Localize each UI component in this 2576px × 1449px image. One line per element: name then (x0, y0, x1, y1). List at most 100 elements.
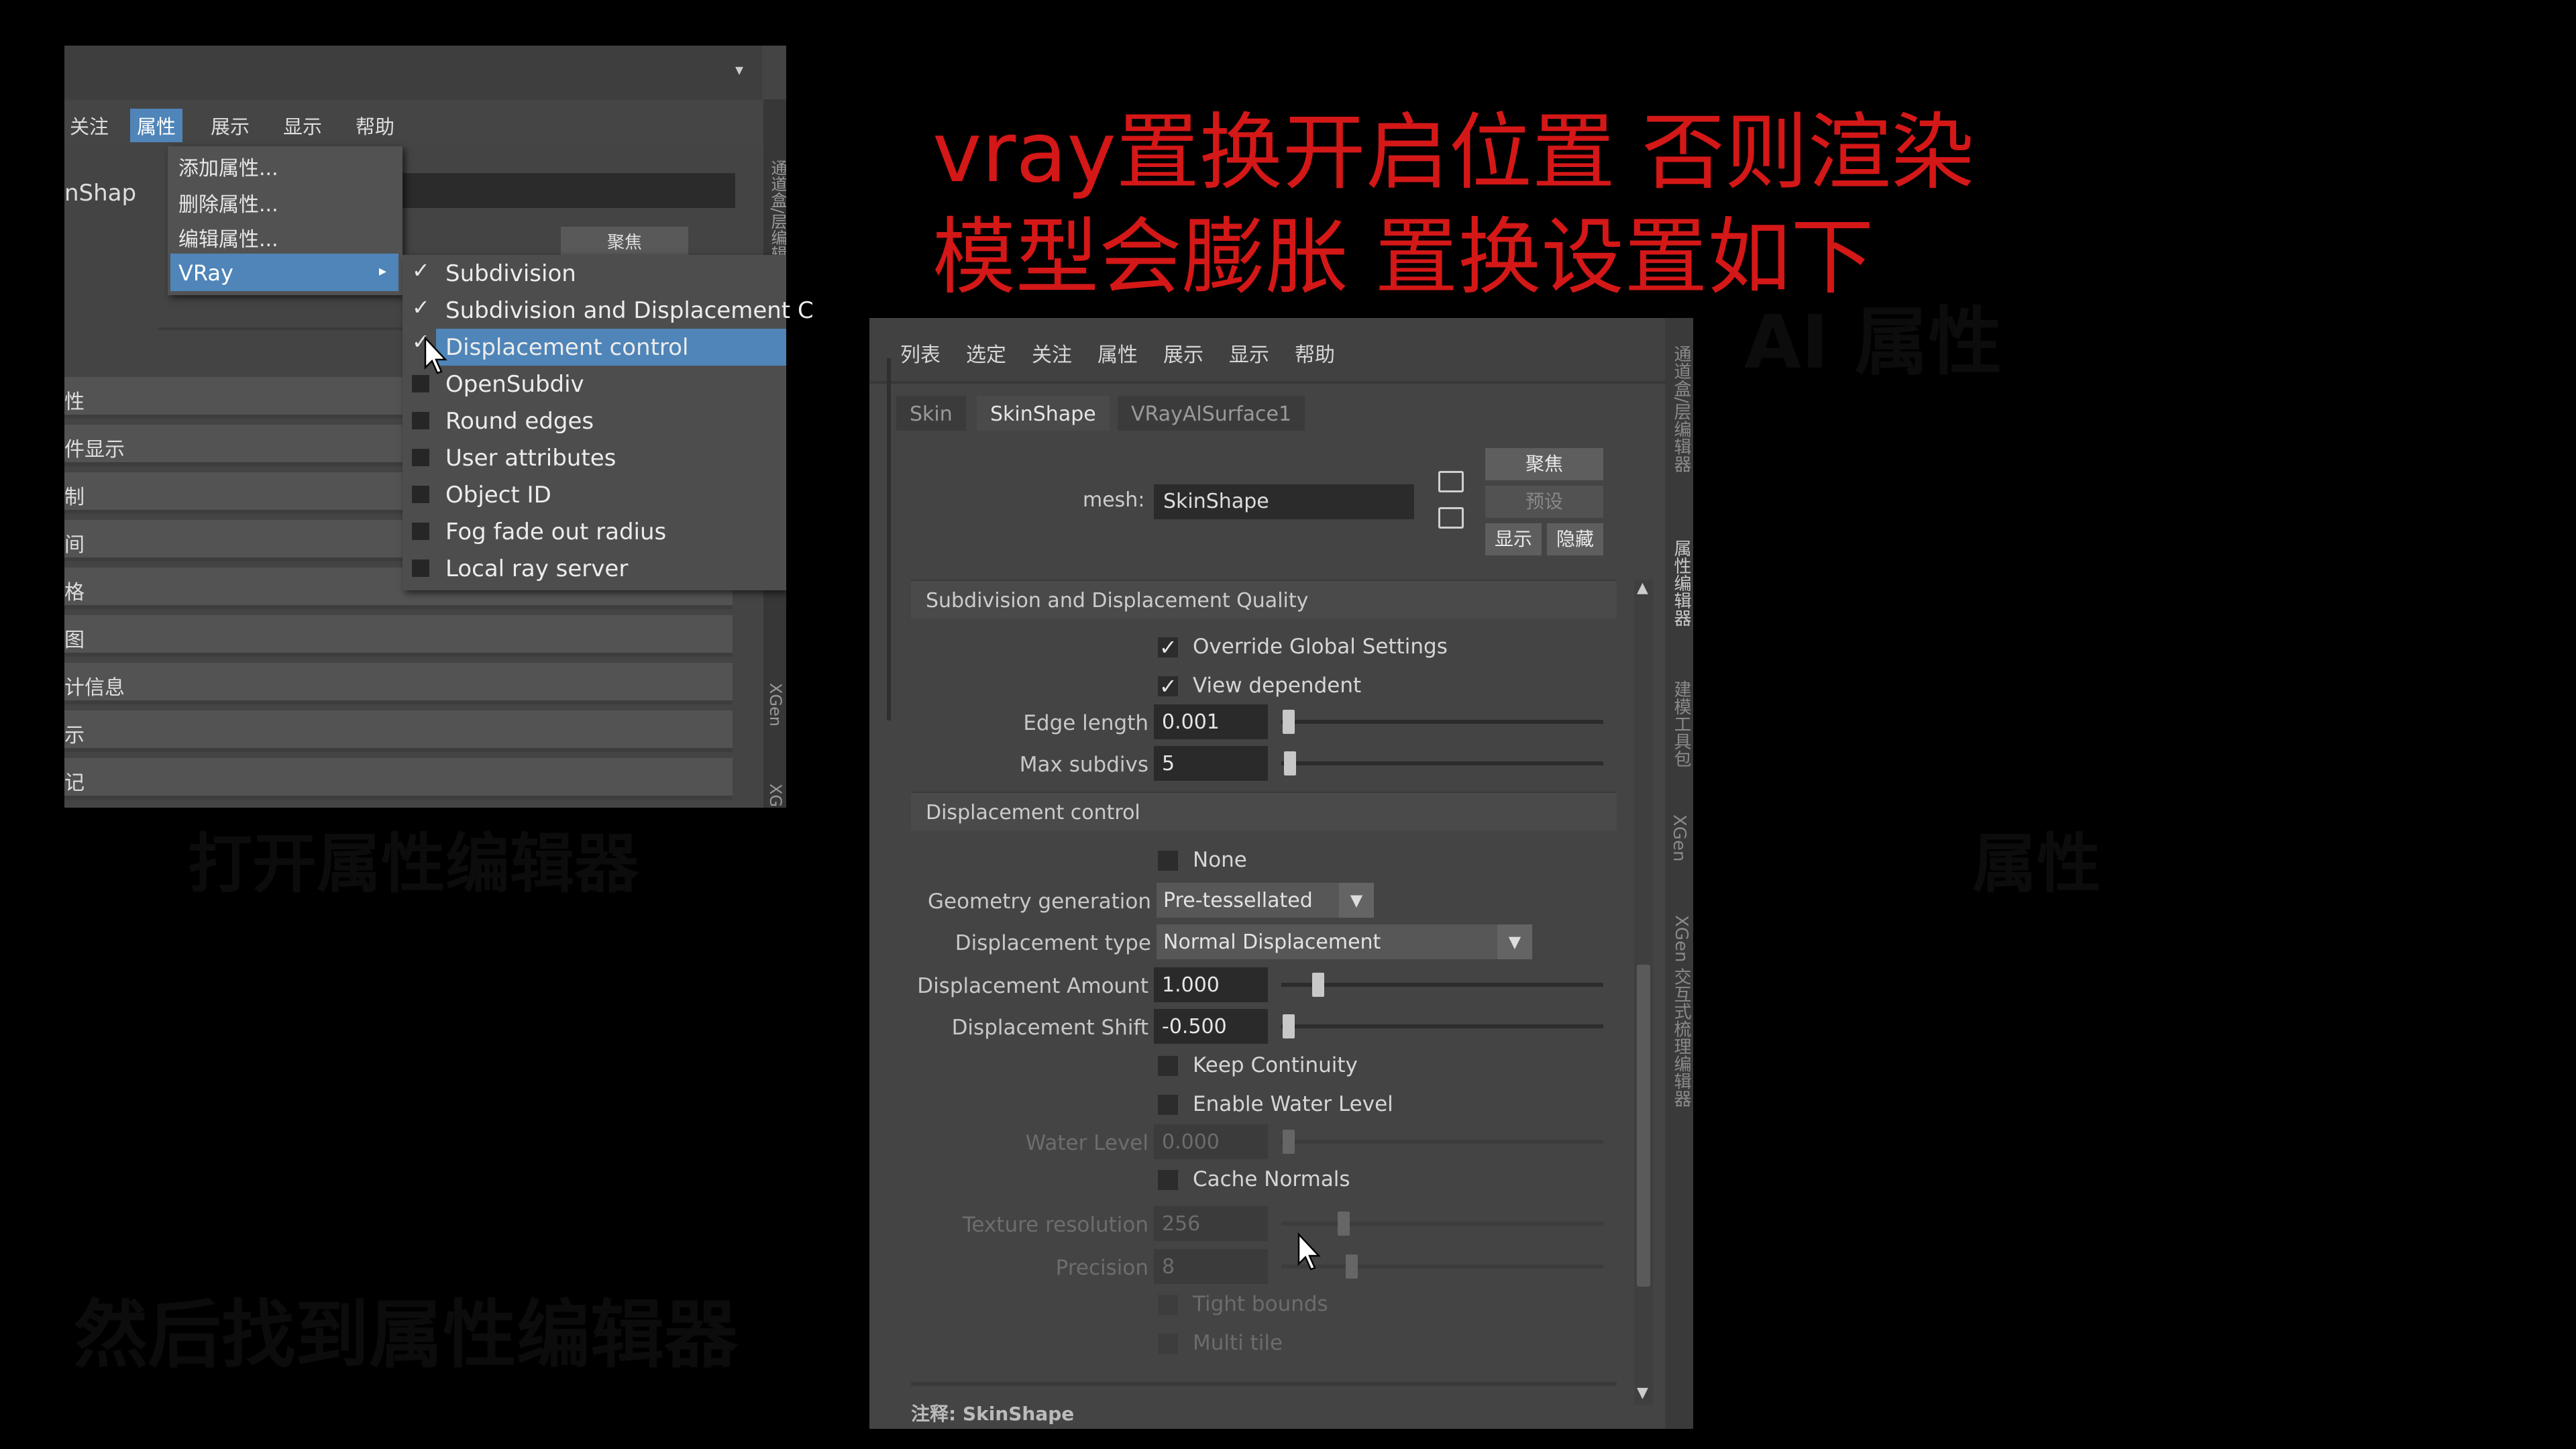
scrollbar-thumb[interactable] (1637, 965, 1650, 1287)
right-menubar: 列表 选定 关注 属性 展示 显示 帮助 (869, 318, 1668, 381)
vray-item-local-ray-server[interactable]: Local ray server (402, 550, 786, 587)
menu-list[interactable]: 列表 (900, 338, 941, 368)
vray-item-displacement-control[interactable]: Displacement control (436, 329, 786, 366)
vertical-scrollbar[interactable]: ▲ ▼ (1634, 580, 1653, 1405)
scroll-down-icon[interactable]: ▼ (1637, 1385, 1648, 1401)
side-tab-xgen-groom[interactable]: XGen 交互式梳理编辑器 (1669, 915, 1693, 1108)
precision-slider-handle (1346, 1254, 1358, 1279)
menu-selected[interactable]: 选定 (966, 338, 1006, 368)
menu-add-attribute[interactable]: 添加属性... (178, 152, 278, 181)
menu-delete-attribute[interactable]: 删除属性... (178, 188, 278, 217)
displacement-amount-field[interactable]: 1.000 (1154, 967, 1268, 1002)
collapse-arrow-icon[interactable]: ▾ (735, 60, 749, 80)
check-icon: ✓ (1159, 674, 1177, 699)
top-strip: ▾ (64, 46, 762, 99)
ghost-text-d: 然后找到属性编辑器 (74, 1292, 738, 1378)
vray-item-label: Subdivision (445, 260, 576, 287)
displacement-shift-slider-handle[interactable] (1283, 1014, 1295, 1038)
show-button[interactable]: 显示 (1485, 523, 1542, 555)
load-output-icon[interactable] (1438, 507, 1464, 529)
max-subdivs-slider-track[interactable] (1281, 761, 1603, 765)
attribute-content: Subdivision and Displacement Quality ✓ O… (911, 580, 1617, 1429)
focus-button[interactable]: 聚焦 (1485, 448, 1603, 480)
vray-item-object-id[interactable]: Object ID (402, 476, 786, 513)
multi-tile-checkbox (1158, 1334, 1178, 1354)
side-tab-xgen-1[interactable]: XGen (766, 683, 785, 727)
menu-help[interactable]: 帮助 (356, 111, 394, 140)
displacement-amount-slider-track[interactable] (1281, 983, 1603, 987)
mesh-name-field[interactable]: SkinShape (1154, 484, 1414, 519)
notes-label: 注释: SkinShape (911, 1403, 1075, 1425)
vray-item-round-edges[interactable]: Round edges (402, 402, 786, 439)
side-tab-channelbox[interactable]: 通道盒/层编辑器 (1669, 345, 1693, 473)
title-line-2: 模型会膨胀 置换设置如下 (932, 209, 1874, 306)
content-bottom-divider (911, 1382, 1617, 1386)
section-9[interactable]: 记 (64, 758, 733, 800)
menu-display[interactable]: 显示 (283, 111, 322, 140)
menu-edit-attribute[interactable]: 编辑属性... (178, 223, 278, 252)
menu-display[interactable]: 显示 (1229, 338, 1269, 368)
displacement-type-select[interactable]: Normal Displacement ▼ (1157, 924, 1532, 959)
vray-item-label: Displacement control (445, 334, 689, 361)
tab-skinshape[interactable]: SkinShape (977, 396, 1110, 431)
displacement-shift-field[interactable]: -0.500 (1154, 1009, 1268, 1044)
focus-button[interactable]: 聚焦 (561, 227, 688, 259)
menu-attributes[interactable]: 属性 (1097, 338, 1138, 368)
edge-length-slider-handle[interactable] (1283, 710, 1295, 734)
max-subdivs-slider-handle[interactable] (1284, 751, 1296, 775)
keep-continuity-checkbox[interactable] (1158, 1056, 1178, 1076)
side-tab-channelbox[interactable]: 通道盒/层编辑 (766, 160, 786, 262)
displacement-shift-label: Displacement Shift (951, 1016, 1148, 1040)
edge-length-field[interactable]: 0.001 (1154, 704, 1268, 739)
shape-name-field[interactable] (400, 173, 735, 208)
vray-item-user-attributes[interactable]: User attributes (402, 439, 786, 476)
right-attribute-editor-panel: 列表 选定 关注 属性 展示 显示 帮助 Skin SkinShape VRay… (869, 318, 1693, 1429)
menu-attributes[interactable]: 属性 (130, 109, 183, 142)
preset-button[interactable]: 预设 (1485, 486, 1603, 518)
menubar-divider (869, 381, 1668, 384)
scroll-up-icon[interactable]: ▲ (1637, 580, 1648, 596)
displacement-type-value: Normal Displacement (1163, 930, 1381, 954)
geometry-generation-select[interactable]: Pre-tessellated ▼ (1157, 883, 1374, 918)
hide-button[interactable]: 隐藏 (1547, 523, 1603, 555)
side-tab-modeling-toolkit[interactable]: 建模工具包 (1669, 680, 1693, 767)
menu-showcase[interactable]: 展示 (1163, 338, 1203, 368)
vray-item-fog-fade[interactable]: Fog fade out radius (402, 513, 786, 550)
side-tab-xgen-2[interactable]: XGen (766, 784, 785, 808)
view-dependent-label: View dependent (1193, 674, 1362, 698)
menu-showcase[interactable]: 展示 (211, 111, 250, 140)
displacement-shift-slider-track[interactable] (1281, 1024, 1603, 1028)
load-input-icon[interactable] (1438, 471, 1464, 492)
edge-length-slider-track[interactable] (1281, 720, 1603, 724)
water-level-slider-track (1281, 1140, 1603, 1144)
side-tab-xgen[interactable]: XGen (1669, 814, 1689, 861)
section-header-quality[interactable]: Subdivision and Displacement Quality (911, 580, 1617, 619)
section-6[interactable]: 图 (64, 615, 733, 657)
side-tab-attribute-editor[interactable]: 属性编辑器 (1669, 539, 1693, 627)
menu-help[interactable]: 帮助 (1295, 338, 1335, 368)
vray-item-subdivision[interactable]: ✓ Subdivision (402, 255, 786, 292)
tab-vrayalsurface[interactable]: VRayAlSurface1 (1118, 396, 1305, 431)
vray-item-label: Object ID (445, 482, 551, 508)
geometry-generation-label: Geometry generation (927, 890, 1151, 914)
shape-label: nShap (64, 180, 137, 207)
submenu-arrow-icon: ▸ (378, 263, 386, 280)
enable-water-checkbox[interactable] (1158, 1095, 1178, 1115)
cache-normals-checkbox[interactable] (1158, 1170, 1178, 1190)
left-menubar: 关注 属性 展示 显示 帮助 (64, 102, 762, 146)
vray-item-subdiv-displacement[interactable]: ✓ Subdivision and Displacement C (402, 292, 814, 329)
none-checkbox[interactable] (1158, 851, 1178, 871)
checkbox-empty (412, 375, 429, 392)
section-header-displacement[interactable]: Displacement control (911, 792, 1617, 830)
menu-focus[interactable]: 关注 (70, 111, 109, 140)
section-8[interactable]: 示 (64, 710, 733, 752)
menu-vray[interactable]: VRay ▸ (170, 254, 398, 291)
check-icon: ✓ (1159, 635, 1177, 660)
displacement-amount-slider-handle[interactable] (1312, 973, 1324, 997)
vray-item-opensubdiv[interactable]: OpenSubdiv (402, 366, 786, 402)
section-7[interactable]: 计信息 (64, 663, 733, 704)
tab-skin[interactable]: Skin (896, 396, 966, 431)
menu-focus[interactable]: 关注 (1032, 338, 1072, 368)
max-subdivs-label: Max subdivs (1019, 753, 1148, 777)
max-subdivs-field[interactable]: 5 (1154, 746, 1268, 781)
